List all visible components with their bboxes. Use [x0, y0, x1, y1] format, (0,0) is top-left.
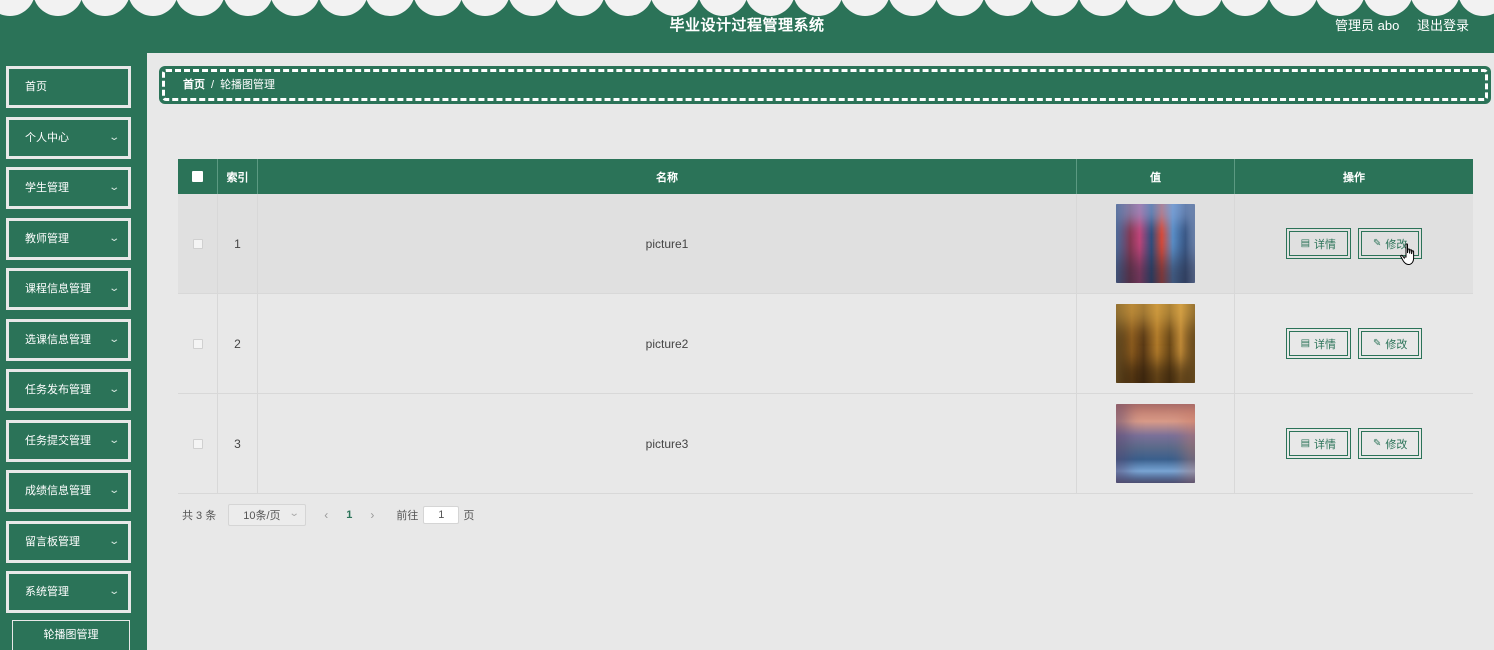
edit-button[interactable]: ✎ 修改	[1358, 428, 1423, 459]
sidebar-subitem-carousel[interactable]: 轮播图管理	[12, 620, 130, 650]
prev-page-icon[interactable]: ‹	[324, 508, 328, 522]
row-checkbox[interactable]	[192, 238, 203, 249]
chevron-down-icon: ⌄	[107, 435, 120, 446]
table-header: 索引 名称 值 操作	[178, 159, 1473, 194]
sidebar: 首页 个人中心 ⌄ 学生管理 ⌄ 教师管理 ⌄ 课程信息管理 ⌄ 选课信息管理 ⌄ 任务发…	[0, 53, 147, 650]
column-header-name[interactable]: 名称	[258, 159, 1077, 194]
row-name: picture3	[258, 394, 1077, 493]
user-area: 管理员 abo 退出登录	[1321, 15, 1469, 34]
detail-button[interactable]: ▤ 详情	[1285, 428, 1352, 459]
sidebar-item-system[interactable]: 系统管理 ⌄	[6, 571, 131, 613]
goto-label: 前往	[396, 510, 419, 522]
sidebar-item-task-publish[interactable]: 任务发布管理 ⌄	[6, 369, 131, 411]
next-page-icon[interactable]: ›	[370, 508, 374, 522]
goto-page-input[interactable]: 1	[423, 506, 460, 524]
breadcrumb: 首页 / 轮播图管理	[159, 66, 1491, 104]
edit-button-label: 修改	[1385, 438, 1408, 451]
document-icon: ▤	[1300, 238, 1311, 249]
detail-button[interactable]: ▤ 详情	[1285, 228, 1352, 259]
detail-button-label: 详情	[1314, 238, 1337, 251]
chevron-down-icon: ⌄	[107, 182, 120, 193]
table-row: 2 picture2 ▤ 详情 ✎ 修改	[178, 294, 1473, 394]
logout-link[interactable]: 退出登录	[1417, 18, 1469, 33]
chevron-down-icon: ⌄	[107, 485, 120, 496]
row-checkbox[interactable]	[192, 438, 203, 449]
table-row: 1 picture1 ▤ 详情 ✎ 修改	[178, 194, 1473, 294]
column-header-actions: 操作	[1343, 171, 1365, 184]
page-unit-label: 页	[463, 510, 475, 522]
sidebar-item-task-submit[interactable]: 任务提交管理 ⌄	[6, 420, 131, 462]
edit-button-label: 修改	[1385, 338, 1408, 351]
sidebar-item-message-board[interactable]: 留言板管理 ⌄	[6, 521, 131, 563]
chevron-down-icon: ⌄	[107, 334, 120, 345]
breadcrumb-separator: /	[211, 79, 215, 91]
page-size-select[interactable]: 10条/页 ⌄	[228, 504, 307, 526]
sidebar-item-label: 个人中心	[25, 132, 69, 144]
breadcrumb-current: 轮播图管理	[220, 79, 276, 91]
row-index: 2	[218, 294, 258, 393]
row-index: 3	[218, 394, 258, 493]
page-size-value: 10条/页	[243, 510, 281, 522]
chevron-down-icon: ⌄	[107, 384, 120, 395]
column-header-value: 值	[1077, 159, 1235, 194]
chevron-down-icon: ⌄	[107, 586, 120, 597]
total-count: 共 3 条	[182, 510, 217, 522]
carousel-image-thumbnail[interactable]	[1116, 204, 1195, 283]
row-index: 1	[218, 194, 258, 293]
sidebar-item-label: 课程信息管理	[25, 283, 91, 295]
column-header-index: 索引	[218, 159, 258, 194]
row-checkbox[interactable]	[192, 338, 203, 349]
table-row: 3 picture3 ▤ 详情 ✎ 修改	[178, 394, 1473, 494]
app-title: 毕业设计过程管理系统	[669, 17, 825, 34]
hand-cursor-icon	[1400, 243, 1415, 266]
chevron-down-icon: ⌄	[107, 536, 120, 547]
select-all-checkbox[interactable]	[192, 171, 203, 182]
pencil-icon: ✎	[1373, 438, 1382, 449]
top-header: 毕业设计过程管理系统 管理员 abo 退出登录	[0, 0, 1494, 53]
sidebar-item-label: 首页	[25, 81, 47, 93]
sidebar-item-label: 任务提交管理	[25, 435, 91, 447]
page-number-current[interactable]: 1	[346, 509, 352, 521]
detail-button[interactable]: ▤ 详情	[1285, 328, 1352, 359]
detail-button-label: 详情	[1314, 338, 1337, 351]
pencil-icon: ✎	[1373, 338, 1382, 349]
carousel-image-thumbnail[interactable]	[1116, 404, 1195, 483]
sidebar-item-course-selection[interactable]: 选课信息管理 ⌄	[6, 319, 131, 361]
sidebar-item-teachers[interactable]: 教师管理 ⌄	[6, 218, 131, 260]
chevron-down-icon: ⌄	[107, 233, 120, 244]
sidebar-item-personal-center[interactable]: 个人中心 ⌄	[6, 117, 131, 159]
breadcrumb-home[interactable]: 首页	[183, 79, 205, 91]
sidebar-item-label: 系统管理	[25, 586, 69, 598]
sidebar-item-label: 选课信息管理	[25, 334, 91, 346]
sidebar-item-home[interactable]: 首页	[6, 66, 131, 108]
carousel-image-thumbnail[interactable]	[1116, 304, 1195, 383]
chevron-down-icon: ⌄	[288, 508, 300, 519]
sidebar-item-label: 留言板管理	[25, 536, 80, 548]
pagination: 共 3 条 10条/页 ⌄ ‹ 1 › 前往 1 页	[182, 504, 474, 526]
chevron-down-icon: ⌄	[107, 132, 120, 143]
row-name: picture2	[258, 294, 1077, 393]
sidebar-item-students[interactable]: 学生管理 ⌄	[6, 167, 131, 209]
sidebar-item-courses[interactable]: 课程信息管理 ⌄	[6, 268, 131, 310]
sidebar-item-label: 成绩信息管理	[25, 485, 91, 497]
sidebar-item-label: 教师管理	[25, 233, 69, 245]
document-icon: ▤	[1300, 338, 1311, 349]
detail-button-label: 详情	[1314, 438, 1337, 451]
pencil-icon: ✎	[1373, 238, 1382, 249]
sidebar-item-label: 学生管理	[25, 182, 69, 194]
row-name: picture1	[258, 194, 1077, 293]
current-user: 管理员 abo	[1335, 18, 1400, 33]
chevron-down-icon: ⌄	[107, 283, 120, 294]
document-icon: ▤	[1300, 438, 1311, 449]
edit-button[interactable]: ✎ 修改	[1358, 328, 1423, 359]
sidebar-item-label: 任务发布管理	[25, 384, 91, 396]
sidebar-item-grades[interactable]: 成绩信息管理 ⌄	[6, 470, 131, 512]
